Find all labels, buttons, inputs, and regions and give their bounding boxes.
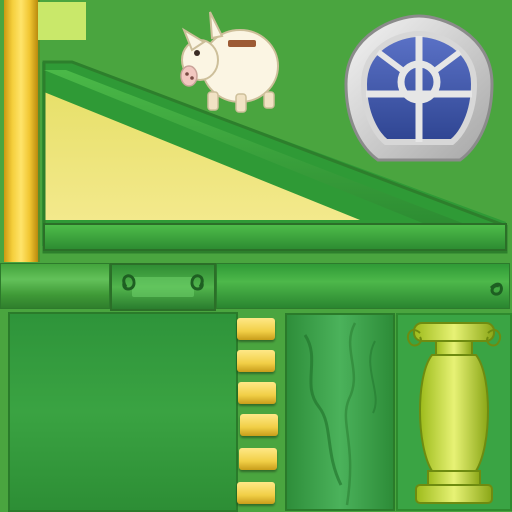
piggy-bank-sprite	[180, 11, 279, 113]
brick	[237, 350, 275, 372]
brick	[240, 414, 278, 436]
scroll-ornament	[122, 274, 204, 297]
texture-atlas	[0, 0, 512, 512]
brick	[237, 482, 275, 504]
green-rail-long	[216, 263, 510, 309]
green-marble-block	[285, 313, 395, 511]
green-panel	[8, 312, 238, 512]
marble-veins	[303, 322, 377, 506]
brick	[237, 318, 275, 340]
rail-ornament	[489, 282, 503, 296]
yellow-brick-stack	[236, 314, 280, 508]
green-rail-scroll	[110, 263, 216, 311]
green-column-vase	[396, 313, 512, 511]
brick	[239, 448, 277, 470]
green-rail-plain	[0, 263, 110, 309]
brick	[238, 382, 276, 404]
round-window	[344, 14, 494, 162]
vase-shape	[406, 322, 502, 504]
